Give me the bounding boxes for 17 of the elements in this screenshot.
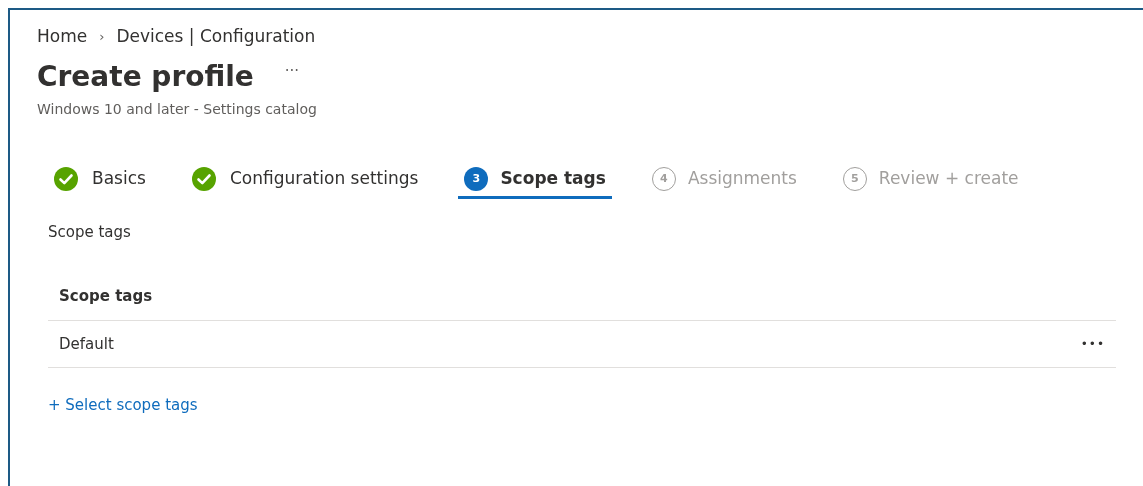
checkmark-icon <box>54 166 78 191</box>
checkmark-icon <box>191 166 216 191</box>
row-more-button[interactable]: ••• <box>1080 334 1105 353</box>
breadcrumb-link[interactable]: Devices | Configuration <box>116 24 316 50</box>
select-scope-tags-link[interactable]: + Select scope tags <box>48 394 198 417</box>
page-subtitle: Windows 10 and later - Settings catalog <box>37 100 318 120</box>
table-cell-text: Default <box>59 333 114 355</box>
column-header: Scope tags <box>59 286 153 308</box>
breadcrumb-link[interactable]: Home <box>37 24 88 50</box>
section-label: Scope tags <box>48 221 132 243</box>
wizard-step-tab[interactable]: Configuration settings <box>185 165 425 199</box>
step-number: 3 <box>464 166 489 191</box>
more-button[interactable]: ··· <box>283 59 301 84</box>
wizard-step-tab[interactable]: Basics <box>48 165 152 199</box>
wizard-step-tab[interactable]: 3 Scope tags <box>458 165 612 199</box>
page-title: Create profile <box>37 59 254 94</box>
breadcrumb-separator: › <box>99 28 105 46</box>
